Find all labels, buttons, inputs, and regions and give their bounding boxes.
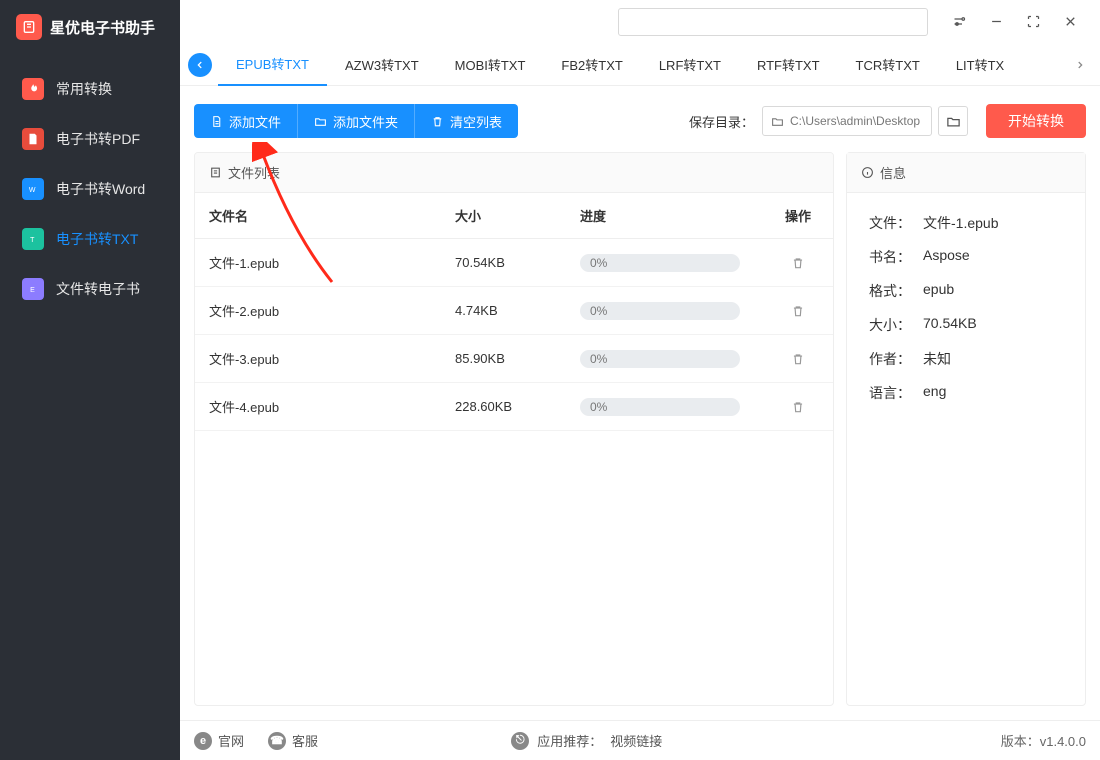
panel-title: 信息 — [880, 163, 906, 182]
official-site-link[interactable]: e 官网 — [194, 731, 244, 750]
headset-icon: ☎ — [268, 732, 286, 750]
minimize-button[interactable] — [978, 8, 1014, 36]
cell-progress: 0% — [580, 302, 763, 320]
cell-size: 228.60KB — [455, 399, 580, 414]
titlebar — [180, 0, 1100, 44]
start-convert-button[interactable]: 开始转换 — [986, 104, 1086, 138]
book-icon — [16, 14, 42, 40]
word-icon: W — [22, 178, 44, 200]
sidebar-item-txt[interactable]: T 电子书转TXT — [0, 214, 180, 264]
footer: e 官网 ☎ 客服 ⎋ 应用推荐： 视频链接 版本：v1.4.0.0 — [180, 720, 1100, 760]
delete-row-button[interactable] — [763, 256, 833, 270]
delete-row-button[interactable] — [763, 400, 833, 414]
tab-azw3[interactable]: AZW3转TXT — [327, 44, 437, 86]
sidebar-item-label: 电子书转PDF — [56, 129, 140, 149]
cell-filename: 文件-2.epub — [195, 301, 455, 320]
version-label: 版本：v1.4.0.0 — [1001, 731, 1086, 750]
add-folder-button[interactable]: 添加文件夹 — [298, 104, 415, 138]
add-file-button[interactable]: 添加文件 — [194, 104, 298, 138]
sidebar-item-label: 常用转换 — [56, 79, 112, 99]
cell-filename: 文件-3.epub — [195, 349, 455, 368]
tabs-row: EPUB转TXT AZW3转TXT MOBI转TXT FB2转TXT LRF转T… — [180, 44, 1100, 86]
tab-tcr[interactable]: TCR转TXT — [838, 44, 938, 86]
folder-icon — [771, 115, 784, 128]
tab-fb2[interactable]: FB2转TXT — [543, 44, 640, 86]
table-row[interactable]: 文件-4.epub228.60KB0% — [195, 383, 833, 431]
cell-filename: 文件-1.epub — [195, 253, 455, 272]
recommend-link[interactable]: 视频链接 — [610, 731, 662, 750]
save-dir-label: 保存目录： — [689, 112, 754, 131]
tab-rtf[interactable]: RTF转TXT — [739, 44, 838, 86]
table-row[interactable]: 文件-2.epub4.74KB0% — [195, 287, 833, 335]
sidebar-item-toebook[interactable]: E 文件转电子书 — [0, 264, 180, 314]
sidebar-item-word[interactable]: W 电子书转Word — [0, 164, 180, 214]
cell-size: 4.74KB — [455, 303, 580, 318]
browse-folder-button[interactable] — [938, 106, 968, 136]
support-link[interactable]: ☎ 客服 — [268, 731, 318, 750]
link-icon: ⎋ — [511, 732, 529, 750]
svg-text:E: E — [30, 287, 35, 294]
panel-title: 文件列表 — [228, 163, 280, 182]
close-button[interactable] — [1052, 8, 1088, 36]
sidebar-item-label: 文件转电子书 — [56, 279, 140, 299]
tab-mobi[interactable]: MOBI转TXT — [437, 44, 544, 86]
globe-icon: e — [194, 732, 212, 750]
cell-size: 70.54KB — [455, 255, 580, 270]
cell-size: 85.90KB — [455, 351, 580, 366]
tab-epub[interactable]: EPUB转TXT — [218, 44, 327, 86]
settings-icon[interactable] — [941, 8, 977, 36]
file-icon — [210, 115, 223, 128]
trash-icon — [431, 115, 444, 128]
tab-scroll-left[interactable] — [188, 53, 212, 77]
app-logo: 星优电子书助手 — [0, 0, 180, 54]
tab-scroll-right[interactable] — [1068, 53, 1092, 77]
cell-progress: 0% — [580, 254, 763, 272]
toolbar: 添加文件 添加文件夹 清空列表 保存目录： C:\Users\admin\Des… — [180, 86, 1100, 152]
recommend-label: 应用推荐： — [537, 731, 602, 750]
cell-progress: 0% — [580, 398, 763, 416]
list-icon — [209, 166, 222, 179]
table-header: 文件名 大小 进度 操作 — [195, 193, 833, 239]
info-panel: 信息 文件文件-1.epub 书名Aspose 格式epub 大小70.54KB 作者未… — [846, 152, 1086, 706]
save-path-box[interactable]: C:\Users\admin\Desktop — [762, 106, 932, 136]
pdf-icon — [22, 128, 44, 150]
search-input[interactable] — [618, 8, 928, 36]
info-row: 语言eng — [869, 383, 1063, 403]
info-row: 文件文件-1.epub — [869, 213, 1063, 233]
table-row[interactable]: 文件-1.epub70.54KB0% — [195, 239, 833, 287]
folder-icon — [314, 115, 327, 128]
ebook-icon: E — [22, 278, 44, 300]
sidebar: 星优电子书助手 常用转换 电子书转PDF W 电子书转Word T 电子书转TX… — [0, 0, 180, 760]
sidebar-item-common[interactable]: 常用转换 — [0, 64, 180, 114]
info-row: 作者未知 — [869, 349, 1063, 369]
file-list-panel: 文件列表 文件名 大小 进度 操作 文件-1.epub70.54KB0%文件-2… — [194, 152, 834, 706]
sidebar-item-label: 电子书转Word — [56, 179, 145, 199]
tab-lit[interactable]: LIT转TX — [938, 44, 1022, 86]
maximize-button[interactable] — [1015, 8, 1051, 36]
delete-row-button[interactable] — [763, 304, 833, 318]
folder-open-icon — [946, 114, 961, 129]
tab-lrf[interactable]: LRF转TXT — [641, 44, 739, 86]
sidebar-item-label: 电子书转TXT — [56, 229, 138, 249]
fire-icon — [22, 78, 44, 100]
svg-text:T: T — [30, 237, 35, 244]
table-row[interactable]: 文件-3.epub85.90KB0% — [195, 335, 833, 383]
info-row: 大小70.54KB — [869, 315, 1063, 335]
svg-text:W: W — [29, 187, 36, 194]
app-title: 星优电子书助手 — [50, 17, 155, 38]
delete-row-button[interactable] — [763, 352, 833, 366]
sidebar-item-pdf[interactable]: 电子书转PDF — [0, 114, 180, 164]
cell-progress: 0% — [580, 350, 763, 368]
cell-filename: 文件-4.epub — [195, 397, 455, 416]
info-row: 书名Aspose — [869, 247, 1063, 267]
info-row: 格式epub — [869, 281, 1063, 301]
txt-icon: T — [22, 228, 44, 250]
info-icon — [861, 166, 874, 179]
clear-list-button[interactable]: 清空列表 — [415, 104, 518, 138]
